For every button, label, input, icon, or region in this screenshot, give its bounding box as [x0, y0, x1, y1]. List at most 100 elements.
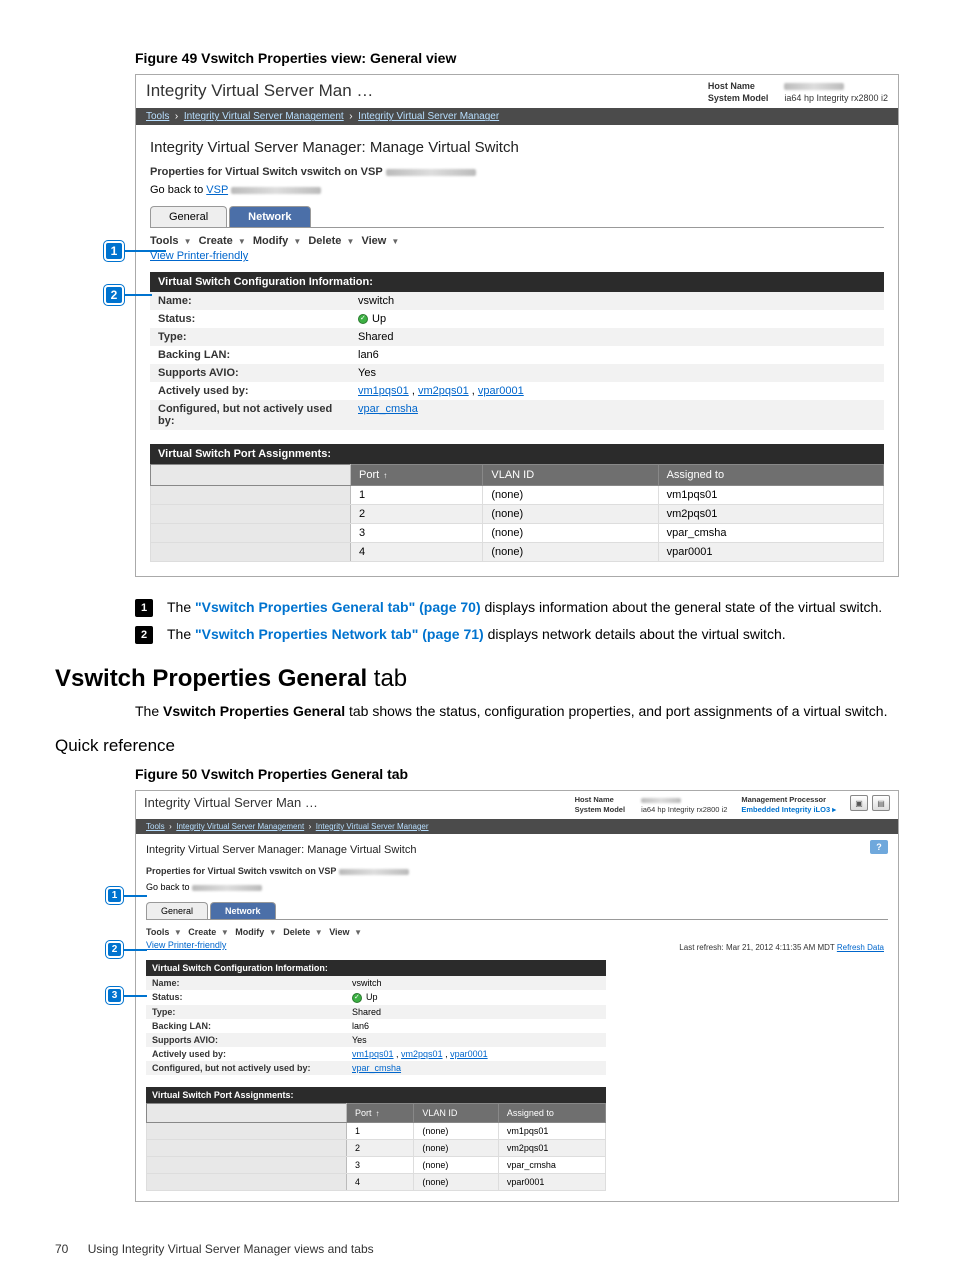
goback-link[interactable]: VSP: [206, 184, 228, 196]
used-link-2-50[interactable]: vm2pqs01: [401, 1049, 443, 1059]
refresh-line: Last refresh: Mar 21, 2012 4:11:35 AM MD…: [675, 941, 888, 954]
toolbar-delete[interactable]: Delete ▼: [308, 235, 356, 247]
used-link-2[interactable]: vm2pqs01: [418, 385, 469, 397]
toolbar-create-50[interactable]: Create ▼: [188, 927, 230, 937]
callout50-1-line: [123, 895, 147, 897]
breadcrumb-ivsmgr[interactable]: Integrity Virtual Server Manager: [358, 111, 499, 122]
figure50-screenshot: 1 2 3 Integrity Virtual Server Man … Hos…: [135, 790, 899, 1201]
note-bullet-1: 1: [135, 599, 153, 617]
page-footer: 70 Using Integrity Virtual Server Manage…: [55, 1242, 899, 1256]
status-up-icon: [358, 314, 368, 324]
vsp-blur-50: [339, 869, 409, 875]
breadcrumb-tools[interactable]: Tools: [146, 111, 169, 122]
toolbar-icon-1[interactable]: ▣: [850, 795, 868, 811]
ports-col-port-50[interactable]: Port↑: [347, 1103, 414, 1122]
note1-link[interactable]: "Vswitch Properties General tab" (page 7…: [195, 599, 481, 615]
figure50-caption: Figure 50 Vswitch Properties General tab: [135, 766, 899, 782]
config-info-header-50: Virtual Switch Configuration Information…: [146, 960, 606, 976]
section-body: The Vswitch Properties General tab shows…: [135, 701, 899, 722]
help-icon[interactable]: ?: [870, 840, 888, 854]
kv-name-value: vswitch: [350, 292, 884, 310]
used-link-3-50[interactable]: vpar0001: [450, 1049, 488, 1059]
section-heading: Vswitch Properties General tab: [55, 665, 899, 693]
kv-used-label: Actively used by:: [150, 382, 350, 400]
printer-friendly-link-50[interactable]: View Printer-friendly: [146, 940, 226, 950]
toolbar-view[interactable]: View ▼: [361, 235, 401, 247]
printer-friendly-link[interactable]: View Printer-friendly: [150, 250, 248, 262]
tab-network[interactable]: Network: [229, 206, 310, 227]
page-heading: Integrity Virtual Server Manager: Manage…: [150, 139, 884, 156]
status-up-icon-50: [352, 993, 362, 1003]
toolbar-modify[interactable]: Modify ▼: [253, 235, 303, 247]
mp-label: Management Processor: [741, 795, 836, 805]
ports-table-50: Port↑ VLAN ID Assigned to 1(none)vm1pqs0…: [146, 1103, 606, 1191]
breadcrumb-ivsm-50[interactable]: Integrity Virtual Server Management: [176, 822, 304, 831]
ports-col-vlan-50[interactable]: VLAN ID: [414, 1103, 498, 1122]
page-number: 70: [55, 1242, 68, 1256]
properties-line-50: Properties for Virtual Switch vswitch on…: [146, 866, 336, 876]
kv-name-label: Name:: [150, 292, 350, 310]
goback-prefix-50: Go back to: [146, 882, 192, 892]
cfg-link[interactable]: vpar_cmsha: [358, 403, 418, 415]
tab-general[interactable]: General: [150, 206, 227, 227]
used-link-1[interactable]: vm1pqs01: [358, 385, 409, 397]
cfg-link-50[interactable]: vpar_cmsha: [352, 1063, 401, 1073]
breadcrumb-ivsmgr-50[interactable]: Integrity Virtual Server Manager: [316, 822, 429, 831]
goback-blur: [231, 187, 321, 194]
breadcrumb-ivsm[interactable]: Integrity Virtual Server Management: [184, 111, 344, 122]
kv-avio-value: Yes: [350, 364, 884, 382]
config-info-table: Name:vswitch Status:Up Type:Shared Backi…: [150, 292, 884, 430]
callout50-3: 3: [106, 987, 123, 1004]
ports-table: Port↑ VLAN ID Assigned to 1(none)vm1pqs0…: [150, 464, 884, 562]
toolbar-view-50[interactable]: View ▼: [329, 927, 364, 937]
callout50-2-line: [123, 949, 147, 951]
tab-network-50[interactable]: Network: [210, 902, 276, 919]
kv-type-value: Shared: [350, 328, 884, 346]
tab-general-50[interactable]: General: [146, 902, 208, 919]
refresh-link[interactable]: Refresh Data: [837, 943, 884, 952]
note2-post: displays network details about the virtu…: [484, 626, 786, 642]
system-model-label-50: System Model: [575, 805, 625, 815]
callout-notes: 1 The "Vswitch Properties General tab" (…: [135, 597, 899, 645]
system-model-value: ia64 hp Integrity rx2800 i2: [784, 93, 888, 105]
ports-col-assigned[interactable]: Assigned to: [658, 465, 883, 486]
breadcrumb-tools-50[interactable]: Tools: [146, 822, 165, 831]
sort-up-icon-50: ↑: [376, 1109, 380, 1118]
toolbar-tools[interactable]: Tools ▼: [150, 235, 194, 247]
kv-lan-label: Backing LAN:: [150, 346, 350, 364]
used-link-1-50[interactable]: vm1pqs01: [352, 1049, 394, 1059]
port-row: 1: [351, 486, 483, 505]
page-heading-50: Integrity Virtual Server Manager: Manage…: [146, 844, 888, 856]
note1-pre: The: [167, 599, 195, 615]
callout-2: 2: [104, 285, 124, 305]
note2-link[interactable]: "Vswitch Properties Network tab" (page 7…: [195, 626, 484, 642]
ports-col-assigned-50[interactable]: Assigned to: [498, 1103, 605, 1122]
toolbar-tools-50[interactable]: Tools ▼: [146, 927, 184, 937]
ports-header: Virtual Switch Port Assignments:: [150, 444, 884, 464]
footer-text: Using Integrity Virtual Server Manager v…: [88, 1242, 374, 1256]
mp-value[interactable]: Embedded Integrity iLO3 ▸: [741, 805, 836, 815]
properties-line: Properties for Virtual Switch vswitch on…: [150, 166, 383, 178]
breadcrumb-50: Tools › Integrity Virtual Server Managem…: [136, 819, 898, 834]
note1-post: displays information about the general s…: [481, 599, 883, 615]
ports-col-port[interactable]: Port↑: [351, 465, 483, 486]
toolbar-icon-2[interactable]: ▤: [872, 795, 890, 811]
callout50-2: 2: [106, 941, 123, 958]
toolbar-modify-50[interactable]: Modify ▼: [235, 927, 278, 937]
toolbar-create[interactable]: Create ▼: [199, 235, 248, 247]
port-row: 3: [351, 524, 483, 543]
port-row: 4: [351, 543, 483, 562]
ports-col-vlan[interactable]: VLAN ID: [483, 465, 658, 486]
toolbar-delete-50[interactable]: Delete ▼: [283, 927, 324, 937]
kv-status-label: Status:: [150, 310, 350, 328]
ports-padcol: [151, 465, 351, 486]
kv-avio-label: Supports AVIO:: [150, 364, 350, 382]
host-name-label-50: Host Name: [575, 795, 625, 805]
host-blur-50: [641, 798, 681, 803]
system-model-label: System Model: [708, 93, 769, 105]
callout-1: 1: [104, 241, 124, 261]
used-link-3[interactable]: vpar0001: [478, 385, 524, 397]
callout-2-line: [124, 294, 152, 296]
callout50-1: 1: [106, 887, 123, 904]
config-info-table-50: Name:vswitch Status:Up Type:Shared Backi…: [146, 976, 606, 1075]
